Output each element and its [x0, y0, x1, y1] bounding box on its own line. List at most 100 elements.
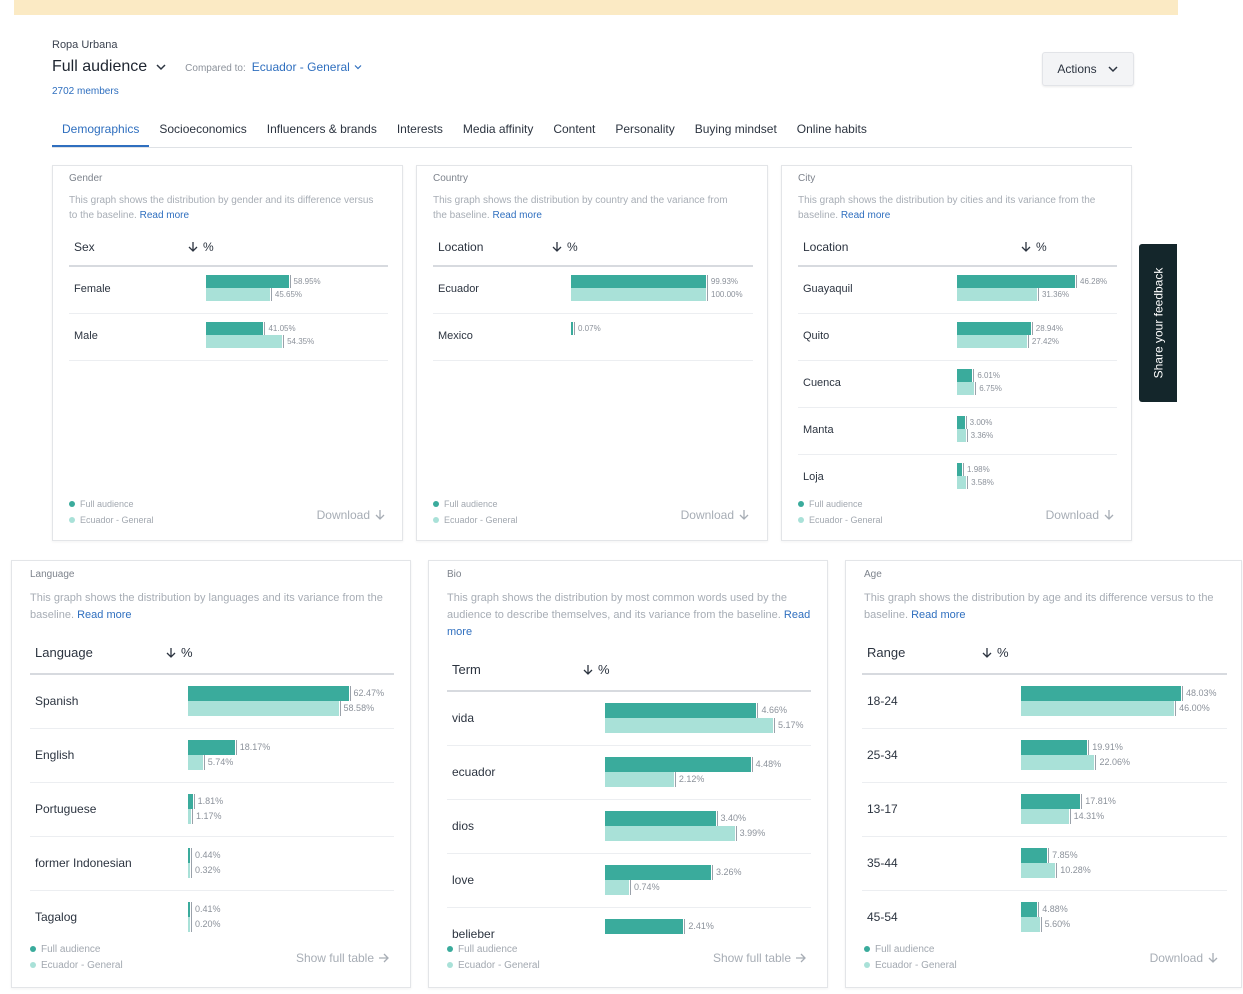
share-feedback-tab[interactable]: Share your feedback	[1139, 244, 1177, 402]
percent-sort-header[interactable]: %	[187, 240, 214, 254]
tab-buying-mindset[interactable]: Buying mindset	[685, 114, 787, 147]
download-icon	[1203, 952, 1219, 964]
actions-button[interactable]: Actions	[1042, 52, 1134, 86]
baseline-dot-icon	[433, 517, 439, 523]
full-audience-bar	[957, 416, 965, 429]
column-label[interactable]: Range	[867, 645, 905, 660]
baseline-dropdown[interactable]: Ecuador - General	[252, 60, 362, 74]
tab-demographics[interactable]: Demographics	[52, 114, 150, 147]
percent-sort-header[interactable]: %	[981, 645, 1009, 660]
row-label: Ecuador	[438, 283, 479, 295]
baseline-bar	[1021, 755, 1095, 770]
full-audience-value: 62.47%	[349, 686, 384, 701]
age-row: 45-54 4.88% 5.60%	[846, 891, 1243, 945]
download-button[interactable]: Download	[317, 508, 386, 522]
baseline-bar	[605, 718, 774, 733]
baseline-bar	[1021, 701, 1175, 716]
percent-sort-header[interactable]: %	[582, 662, 610, 677]
legend-base-label: Ecuador - General	[458, 959, 540, 971]
section-tabs: Demographics Socioeconomics Influencers …	[52, 114, 1132, 148]
legend-full-audience: Full audience	[798, 496, 883, 512]
city-table-header: Location%	[803, 240, 1112, 254]
baseline-value: 0.74%	[630, 880, 660, 895]
age-row: 18-24 48.03% 46.00%	[846, 675, 1243, 729]
full-audience-value: 1.81%	[193, 794, 223, 809]
tab-influencers-brands[interactable]: Influencers & brands	[257, 114, 387, 147]
column-label[interactable]: Location	[438, 240, 483, 254]
tab-interests[interactable]: Interests	[387, 114, 453, 147]
baseline-bar	[605, 772, 674, 787]
percent-sort-header[interactable]: %	[165, 645, 193, 660]
read-more-link[interactable]: Read more	[493, 210, 542, 221]
column-label[interactable]: Term	[452, 662, 481, 677]
column-label[interactable]: Sex	[74, 240, 95, 254]
full-audience-value: 4.88%	[1038, 902, 1068, 917]
baseline-value: 3.58%	[967, 476, 994, 489]
sort-down-icon	[551, 241, 567, 253]
legend-base-label: Ecuador - General	[80, 515, 154, 525]
full-audience-dot-icon	[798, 501, 804, 507]
show-full-table-link[interactable]: Show full table	[713, 951, 807, 965]
full-audience-value: 0.07%	[574, 322, 601, 335]
full-audience-bar	[1021, 686, 1181, 701]
column-label[interactable]: Language	[35, 645, 93, 660]
percent-sort-header[interactable]: %	[551, 240, 578, 254]
legend-full-label: Full audience	[41, 943, 101, 955]
baseline-bar	[188, 863, 190, 878]
baseline-value: 22.06%	[1095, 755, 1130, 770]
bio-row: ecuador 4.48% 2.12%	[429, 746, 829, 800]
full-audience-bar	[605, 865, 711, 880]
download-button[interactable]: Download	[1046, 508, 1115, 522]
arrow-right-icon	[791, 952, 807, 964]
full-audience-bar	[957, 463, 963, 476]
sort-down-icon	[582, 664, 598, 676]
full-audience-value: 6.01%	[973, 369, 1000, 382]
baseline-bar	[188, 917, 190, 932]
column-label[interactable]: Location	[803, 240, 848, 254]
legend-full-label: Full audience	[809, 499, 863, 509]
read-more-link[interactable]: Read more	[841, 210, 890, 221]
percent-label: %	[1036, 240, 1047, 254]
members-count[interactable]: 2702 members	[52, 86, 119, 97]
chevron-down-icon	[354, 63, 362, 71]
baseline-value: 27.42%	[1027, 335, 1059, 348]
baseline-bar	[571, 288, 706, 301]
full-audience-dot-icon	[30, 946, 36, 952]
sort-down-icon	[1020, 241, 1036, 253]
read-more-link[interactable]: Read more	[140, 210, 189, 221]
audience-dropdown[interactable]: Full audience	[52, 58, 167, 76]
baseline-dot-icon	[69, 517, 75, 523]
legend-full-label: Full audience	[444, 499, 498, 509]
legend-full-audience: Full audience	[69, 496, 154, 512]
full-audience-value: 0.44%	[191, 848, 221, 863]
full-audience-value: 4.66%	[757, 703, 787, 718]
tab-media-affinity[interactable]: Media affinity	[453, 114, 543, 147]
full-audience-bar	[957, 369, 973, 382]
download-button[interactable]: Download	[681, 508, 750, 522]
gender-row: Female 58.95% 45.65%	[53, 267, 404, 314]
tab-content[interactable]: Content	[543, 114, 605, 147]
tab-personality[interactable]: Personality	[605, 114, 684, 147]
legend-full-audience: Full audience	[447, 941, 540, 957]
row-label: 35-44	[867, 856, 898, 870]
percent-sort-header[interactable]: %	[1020, 240, 1047, 254]
tab-socioeconomics[interactable]: Socioeconomics	[149, 114, 256, 147]
full-audience-value: 3.40%	[716, 811, 746, 826]
full-audience-bar	[571, 322, 573, 335]
download-button[interactable]: Download	[1150, 951, 1219, 965]
tab-online-habits[interactable]: Online habits	[787, 114, 877, 147]
age-row: 13-17 17.81% 14.31%	[846, 783, 1243, 837]
baseline-value: 46.00%	[1175, 701, 1210, 716]
row-label: Tagalog	[35, 910, 78, 924]
sort-down-icon	[981, 647, 997, 659]
baseline-value: 14.31%	[1069, 809, 1104, 824]
baseline-dot-icon	[798, 517, 804, 523]
full-audience-value: 0.41%	[191, 902, 221, 917]
read-more-link[interactable]: Read more	[77, 609, 131, 621]
top-banner	[14, 0, 1178, 15]
read-more-link[interactable]: Read more	[911, 609, 965, 621]
show-full-table-link[interactable]: Show full table	[296, 951, 390, 965]
baseline-bar	[957, 429, 966, 442]
language-row: Portuguese 1.81% 1.17%	[12, 783, 412, 837]
baseline-bar	[188, 701, 339, 716]
